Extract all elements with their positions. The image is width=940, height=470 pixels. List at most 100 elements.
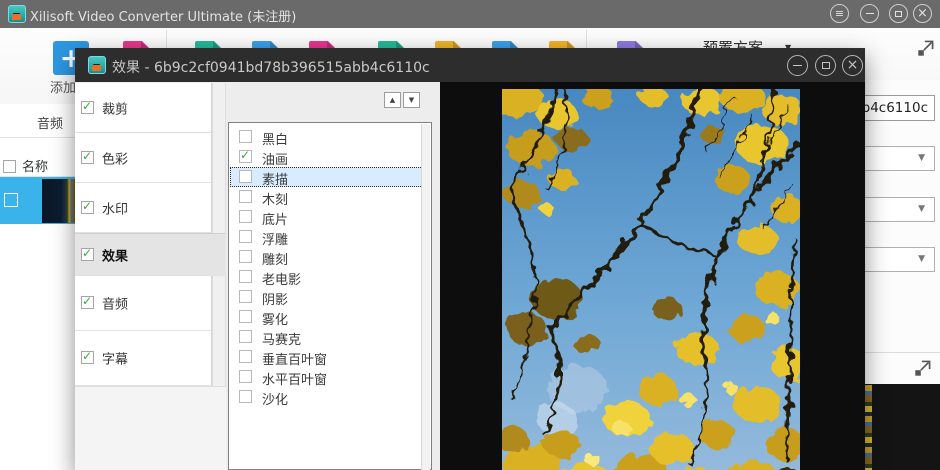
dialog-sidebar-item[interactable]: 裁剪 [75, 83, 212, 133]
effect-checkbox[interactable] [239, 170, 252, 183]
menu-icon: ≡ [835, 8, 844, 19]
down-arrow-icon: ▼ [409, 96, 414, 104]
dialog-app-icon [88, 56, 106, 74]
effect-label: 素描 [262, 169, 288, 188]
up-arrow-icon: ▲ [390, 96, 395, 104]
sidebar-item-label: 裁剪 [102, 98, 128, 117]
effect-list-item[interactable]: 马赛克 [230, 327, 425, 347]
dialog-sidebar: 裁剪 色彩 水印 效果 音频 字幕 [75, 83, 212, 386]
dialog-sidebar-item[interactable]: 水印 [75, 183, 212, 233]
effect-label: 水平百叶窗 [262, 369, 327, 388]
sidebar-checkbox[interactable] [81, 351, 94, 364]
app-icon [8, 5, 26, 23]
effect-checkbox[interactable] [239, 230, 252, 243]
effect-list-item[interactable]: 雾化 [230, 307, 425, 327]
divider [860, 352, 940, 353]
move-up-button[interactable]: ▲ [384, 92, 401, 108]
sidebar-checkbox[interactable] [81, 201, 94, 214]
effect-list-item[interactable]: 木刻 [230, 187, 425, 207]
dialog-sidebar-item[interactable]: 音频 [75, 276, 212, 331]
effect-checkbox[interactable] [239, 250, 252, 263]
minimize-icon [793, 65, 802, 66]
effect-list-item[interactable]: 浮雕 [230, 227, 425, 247]
close-button[interactable]: × [913, 4, 932, 23]
effect-checkbox[interactable] [239, 270, 252, 283]
dialog-close-button[interactable]: × [842, 55, 863, 76]
effects-listbox: 黑白 油画 素描 木刻 底片 浮雕 雕刻 老电影 阴影 雾化 马赛克 [228, 122, 432, 470]
effect-checkbox[interactable] [239, 350, 252, 363]
video-thumbnail [42, 179, 76, 223]
dialog-sidebar-item[interactable]: 字幕 [75, 331, 212, 386]
effect-list-item[interactable]: 垂直百叶窗 [230, 347, 425, 367]
effect-list-item[interactable]: 黑白 [230, 127, 425, 147]
toolbar-separator [586, 30, 587, 50]
name-column-header[interactable]: 名称 [22, 156, 48, 175]
effect-checkbox[interactable] [239, 290, 252, 303]
mini-player-frame-edge [865, 385, 872, 470]
minimize-button[interactable] [860, 4, 879, 23]
preview-fullscreen-button[interactable] [912, 357, 934, 383]
effect-label: 底片 [262, 209, 288, 228]
maximize-button[interactable] [889, 4, 908, 23]
main-titlebar: Xilisoft Video Converter Ultimate (未注册) … [0, 0, 940, 29]
dialog-maximize-button[interactable] [815, 55, 836, 76]
file-row-selected[interactable] [0, 177, 76, 224]
effect-label: 黑白 [262, 129, 288, 148]
file-list-panel: 音频 名称 [0, 104, 76, 470]
effect-checkbox[interactable] [239, 310, 252, 323]
effect-checkbox[interactable] [239, 330, 252, 343]
menu-button[interactable]: ≡ [830, 4, 849, 23]
dialog-titlebar[interactable]: 效果 - 6b9c2cf0941bd78b396515abb4c6110c × [75, 48, 865, 82]
effect-list-item[interactable]: 底片 [230, 207, 425, 227]
effect-label: 马赛克 [262, 329, 301, 348]
effect-list-item[interactable]: 油画 [230, 147, 425, 167]
dialog-sidebar-item[interactable]: 效果 [75, 233, 226, 276]
effect-label: 沙化 [262, 389, 288, 408]
effect-label: 浮雕 [262, 229, 288, 248]
chevron-down-icon: ▼ [918, 154, 925, 163]
effect-checkbox[interactable] [239, 390, 252, 403]
dialog-title: 效果 - 6b9c2cf0941bd78b396515abb4c6110c [112, 57, 430, 77]
effect-checkbox[interactable] [239, 150, 252, 163]
preview-panel [440, 82, 865, 470]
sidebar-item-label: 字幕 [102, 349, 128, 368]
sidebar-checkbox[interactable] [81, 248, 94, 261]
effect-label: 阴影 [262, 289, 288, 308]
effect-checkbox[interactable] [239, 370, 252, 383]
dialog-minimize-button[interactable] [787, 55, 808, 76]
effect-checkbox[interactable] [239, 190, 252, 203]
effect-list-item[interactable]: 阴影 [230, 287, 425, 307]
maximize-icon [822, 62, 830, 69]
expand-icon [915, 37, 937, 59]
effects-items: 黑白 油画 素描 木刻 底片 浮雕 雕刻 老电影 阴影 雾化 马赛克 [230, 127, 425, 407]
effect-checkbox[interactable] [239, 210, 252, 223]
effect-list-item[interactable]: 雕刻 [230, 247, 425, 267]
sidebar-checkbox[interactable] [81, 296, 94, 309]
minimize-icon [866, 13, 874, 14]
dialog-sidebar-item[interactable]: 色彩 [75, 133, 212, 183]
close-icon: × [917, 7, 928, 20]
select-all-checkbox[interactable] [3, 160, 16, 173]
maximize-icon [895, 11, 902, 17]
tab-audio[interactable]: 音频 [37, 113, 63, 132]
effect-checkbox[interactable] [239, 130, 252, 143]
effect-list-item[interactable]: 素描 [230, 167, 425, 187]
effect-label: 垂直百叶窗 [262, 349, 327, 368]
effect-label: 木刻 [262, 189, 288, 208]
file-row-checkbox[interactable] [4, 193, 18, 207]
effects-scrollbar[interactable] [421, 124, 430, 470]
sidebar-checkbox[interactable] [81, 101, 94, 114]
effect-list-item[interactable]: 沙化 [230, 387, 425, 407]
effect-list-item[interactable]: 老电影 [230, 267, 425, 287]
move-down-button[interactable]: ▼ [403, 92, 420, 108]
expand-icon [912, 357, 934, 379]
effects-dialog: 效果 - 6b9c2cf0941bd78b396515abb4c6110c × … [75, 48, 865, 470]
sidebar-checkbox[interactable] [81, 151, 94, 164]
effect-label: 油画 [262, 149, 288, 168]
fullscreen-button[interactable] [915, 37, 937, 63]
toolbar-separator [166, 30, 167, 50]
close-icon: × [847, 58, 859, 72]
main-window-title: Xilisoft Video Converter Ultimate (未注册) [30, 6, 296, 25]
sidebar-filler [75, 386, 226, 470]
effect-list-item[interactable]: 水平百叶窗 [230, 367, 425, 387]
